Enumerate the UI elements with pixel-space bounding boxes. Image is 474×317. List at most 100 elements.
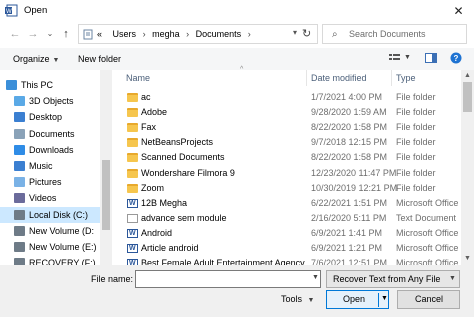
sidebar-item[interactable]: New Volume (E:) xyxy=(0,239,100,255)
drive-icon xyxy=(14,225,25,236)
column-divider[interactable] xyxy=(391,70,392,86)
view-dropdown-icon[interactable]: ▼ xyxy=(404,54,411,61)
scroll-up-icon[interactable]: ▲ xyxy=(464,72,471,79)
preview-pane-icon[interactable] xyxy=(425,53,437,63)
scroll-down-icon[interactable]: ▼ xyxy=(464,255,471,262)
file-row[interactable]: ac 1/7/2021 4:00 PM File folder xyxy=(112,90,460,105)
address-bar[interactable]: « Users › megha › Documents › xyxy=(78,24,318,44)
file-name: Fax xyxy=(141,122,157,133)
sidebar-item[interactable]: Music xyxy=(0,158,100,174)
file-row[interactable]: Fax 8/22/2020 1:58 PM File folder xyxy=(112,120,460,135)
file-name-label: File name: xyxy=(91,274,134,284)
cube-icon xyxy=(14,96,25,107)
cancel-button[interactable]: Cancel xyxy=(397,290,460,309)
organize-label: Organize xyxy=(13,54,50,64)
sidebar-item[interactable]: Downloads xyxy=(0,142,100,158)
help-icon[interactable]: ? xyxy=(450,52,462,64)
sidebar-item-label: New Volume (E:) xyxy=(29,242,97,252)
file-name: Zoom xyxy=(141,182,165,193)
file-row[interactable]: NetBeansProjects 9/7/2018 12:15 PM File fo… xyxy=(112,135,460,150)
breadcrumb-megha[interactable]: megha xyxy=(152,29,180,39)
sidebar-item[interactable]: This PC xyxy=(0,77,100,93)
word-document-icon xyxy=(127,226,138,241)
file-date-modified: 9/7/2018 12:15 PM xyxy=(311,137,388,148)
download-icon xyxy=(14,144,25,155)
file-date-modified: 9/28/2020 1:59 AM xyxy=(311,107,387,118)
breadcrumb-overflow[interactable]: « xyxy=(97,29,102,39)
address-dropdown-icon[interactable]: ▾ xyxy=(293,28,297,37)
file-name: advance sem module xyxy=(141,212,227,223)
search-icon: ⌕ xyxy=(332,29,338,40)
open-button[interactable]: Open ▼ xyxy=(326,290,389,309)
file-row[interactable]: 12B Megha 6/22/2021 1:51 PM Microsoft Offi… xyxy=(112,196,462,211)
file-date-modified: 1/7/2021 4:00 PM xyxy=(311,92,383,102)
chevron-down-icon: ▼ xyxy=(307,297,315,304)
drive-icon xyxy=(14,242,25,252)
window-title: Open xyxy=(24,5,48,16)
forward-arrow-icon[interactable]: → xyxy=(26,27,40,41)
file-row[interactable]: Android 6/9/2021 1:41 PM Microsoft Office … xyxy=(112,226,462,241)
sidebar-item[interactable]: Videos xyxy=(0,190,100,206)
file-date-modified: 12/23/2020 11:47 PM xyxy=(311,167,397,178)
folder-icon xyxy=(127,153,138,163)
sidebar-item[interactable]: 3D Objects xyxy=(0,93,100,109)
file-row[interactable]: Scanned Documents 8/22/2020 1:58 PM File f… xyxy=(112,150,460,165)
file-name: Scanned Documents xyxy=(141,152,225,163)
file-name-dropdown-icon[interactable]: ▼ xyxy=(312,274,319,281)
column-divider[interactable] xyxy=(306,70,307,86)
file-date-modified: 8/22/2020 1:58 PM xyxy=(311,122,388,133)
sidebar-item-label: Local Disk (C:) xyxy=(29,209,89,220)
documents-icon xyxy=(14,128,25,139)
file-name-input[interactable] xyxy=(135,270,321,288)
up-arrow-icon[interactable]: ↑ xyxy=(59,27,73,41)
column-date-modified[interactable]: Date modified xyxy=(311,73,367,83)
file-name: Adobe xyxy=(141,107,168,118)
file-type: File folder xyxy=(396,152,436,163)
refresh-icon[interactable]: ↻ xyxy=(302,27,311,40)
back-arrow-icon[interactable]: ← xyxy=(8,27,22,41)
file-list-scroll-thumb[interactable] xyxy=(463,82,472,112)
sidebar-item[interactable]: New Volume (D: xyxy=(0,223,100,239)
search-box[interactable]: ⌕ Search Documents xyxy=(322,24,467,44)
file-row[interactable]: advance sem module 2/16/2020 5:11 PM Text … xyxy=(112,211,460,226)
tools-button[interactable]: Tools ▼ xyxy=(281,294,314,304)
word-document-icon xyxy=(127,241,138,256)
file-row[interactable]: Zoom 10/30/2019 12:21 PM File folder xyxy=(112,181,460,196)
new-folder-button[interactable]: New folder xyxy=(78,54,121,64)
breadcrumb-documents[interactable]: Documents xyxy=(196,29,242,39)
svg-text:W: W xyxy=(6,9,12,15)
breadcrumb-users[interactable]: Users xyxy=(113,29,137,39)
column-name[interactable]: Name xyxy=(126,73,150,83)
column-type[interactable]: Type xyxy=(396,73,416,83)
word-document-icon xyxy=(127,196,138,211)
file-name: Android xyxy=(141,227,173,238)
sidebar-item[interactable]: Local Disk (C:) xyxy=(0,206,100,223)
search-input[interactable]: Search Documents xyxy=(349,29,426,39)
music-icon xyxy=(14,161,25,171)
chevron-down-icon: ▼ xyxy=(449,275,456,282)
recent-locations-chevron-icon[interactable]: ⌄ xyxy=(43,27,57,41)
sidebar-item[interactable]: Desktop xyxy=(0,109,100,125)
file-date-modified: 6/22/2021 1:51 PM xyxy=(311,197,388,208)
sidebar-scroll-thumb[interactable] xyxy=(102,160,110,230)
organize-button[interactable]: Organize ▼ xyxy=(13,54,59,64)
file-type: File folder xyxy=(396,107,436,118)
view-options-icon[interactable] xyxy=(389,53,401,63)
open-dropdown-icon[interactable]: ▼ xyxy=(381,295,388,302)
file-row[interactable]: Article android 6/9/2021 1:21 PM Microsoft… xyxy=(112,241,462,256)
file-type: Microsoft Office ... xyxy=(396,243,462,253)
file-row[interactable]: Adobe 9/28/2020 1:59 AM File folder xyxy=(112,105,460,120)
text-file-icon xyxy=(127,213,138,223)
computer-icon xyxy=(6,80,17,90)
tools-label: Tools xyxy=(281,294,303,304)
file-date-modified: 2/16/2020 5:11 PM xyxy=(311,212,387,223)
file-date-modified: 6/9/2021 1:21 PM xyxy=(311,243,383,253)
split-divider xyxy=(378,293,379,307)
file-row[interactable]: Wondershare Filmora 9 12/23/2020 11:47 PM… xyxy=(112,166,460,181)
sidebar-item[interactable]: Documents xyxy=(0,126,100,142)
file-type-filter[interactable]: Recover Text from Any File ▼ xyxy=(326,270,460,288)
sidebar-item[interactable]: Pictures xyxy=(0,174,100,190)
close-icon[interactable]: ✕ xyxy=(443,0,474,22)
folder-icon xyxy=(127,168,138,178)
file-name: Article android xyxy=(141,243,199,253)
